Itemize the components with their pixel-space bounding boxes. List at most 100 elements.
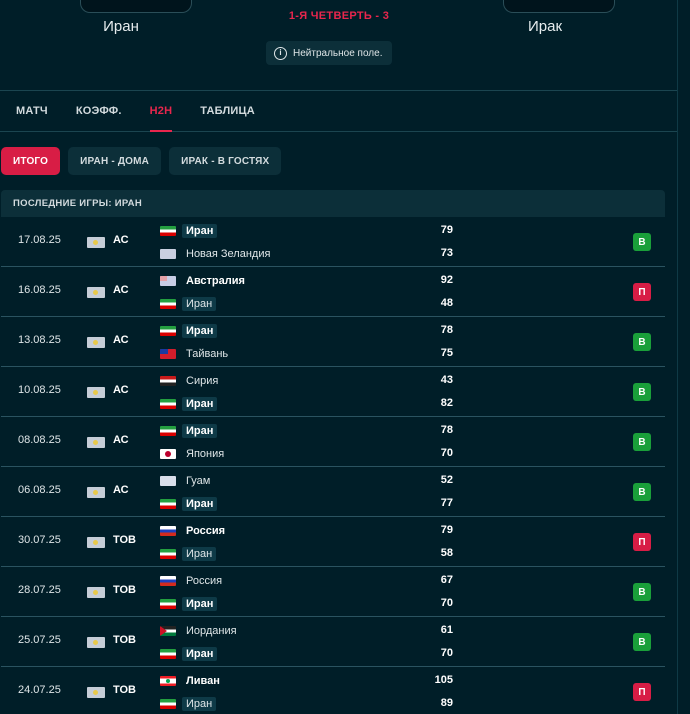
match-date: 17.08.25 (18, 234, 61, 246)
away-score: 48 (440, 297, 453, 309)
team-flag-icon (160, 326, 176, 336)
competition-code: АС (113, 334, 129, 346)
away-team: Япония (186, 448, 225, 460)
table-row[interactable]: 16.08.25 АС Австралия Иран 92 48 П (1, 267, 665, 317)
team-flag-icon (160, 626, 176, 636)
filter-away[interactable]: ИРАК - В ГОСТЯХ (169, 147, 282, 175)
result-badge: В (633, 433, 651, 451)
away-team: Иран (182, 497, 218, 511)
result-badge: В (633, 583, 651, 601)
table-row[interactable]: 10.08.25 АС Сирия Иран 43 82 В (1, 367, 665, 417)
match-header: Иран Ирак 1-Я ЧЕТВЕРТЬ - 3 i Нейтральное… (0, 0, 678, 91)
competition-code: ТОВ (113, 534, 136, 546)
result-badge: В (633, 483, 651, 501)
home-team: Гуам (186, 475, 211, 487)
team-line-away: Япония (160, 445, 228, 463)
tab-table[interactable]: ТАБЛИЦА (200, 91, 255, 131)
competition-code: АС (113, 434, 129, 446)
team-line-home: Ливан (160, 672, 224, 690)
team-line-away: Иран (160, 395, 218, 413)
team-flag-icon (160, 649, 176, 659)
team-flag-icon (160, 249, 176, 259)
team-flag-icon (160, 549, 176, 559)
table-row[interactable]: 28.07.25 ТОВ Россия Иран 67 70 В (1, 567, 665, 617)
team-flag-icon (160, 599, 176, 609)
table-row[interactable]: 25.07.25 ТОВ Иордания Иран 61 70 В (1, 617, 665, 667)
tab-h2h[interactable]: H2H (149, 91, 173, 132)
competition-code: ТОВ (113, 684, 136, 696)
home-score: 67 (440, 574, 453, 586)
venue-badge: i Нейтральное поле. (266, 41, 393, 65)
table-row[interactable]: 17.08.25 АС Иран Новая Зеландия 79 73 В (1, 217, 665, 267)
competition-code: АС (113, 484, 129, 496)
away-team: Тайвань (186, 348, 229, 360)
match-status: 1-Я ЧЕТВЕРТЬ - 3 (288, 10, 390, 22)
home-team: Иран (182, 324, 218, 338)
team-flag-icon (160, 576, 176, 586)
team-flag-icon (160, 499, 176, 509)
team-line-home: Россия (160, 572, 226, 590)
away-score: 70 (440, 447, 453, 459)
team-flag-icon (160, 526, 176, 536)
match-date: 10.08.25 (18, 384, 61, 396)
competition-flag-icon (87, 637, 105, 648)
filter-total[interactable]: ИТОГО (1, 147, 61, 175)
away-score: 70 (440, 647, 453, 659)
home-score: 92 (440, 274, 453, 286)
tab-match[interactable]: МАТЧ (16, 91, 48, 131)
home-score: 61 (440, 624, 453, 636)
home-score: 43 (440, 374, 453, 386)
away-score: 75 (440, 347, 453, 359)
team-line-away: Иран (160, 595, 218, 613)
away-team: Иран (182, 297, 217, 311)
home-score: 79 (440, 524, 453, 536)
result-badge: В (633, 333, 651, 351)
table-row[interactable]: 08.08.25 АС Иран Япония 78 70 В (1, 417, 665, 467)
team-line-home: Гуам (160, 472, 214, 490)
team-flag-icon (160, 299, 176, 309)
away-score: 82 (440, 397, 453, 409)
team-flag-icon (160, 376, 176, 386)
team-flag-icon (160, 399, 176, 409)
competition-flag-icon (87, 337, 105, 348)
competition-code: ТОВ (113, 634, 136, 646)
filter-home[interactable]: ИРАН - ДОМА (68, 147, 162, 175)
home-team: Иордания (186, 625, 237, 637)
result-badge: П (633, 683, 651, 701)
team-line-home: Австралия (160, 272, 249, 290)
team-flag-icon (160, 426, 176, 436)
team-line-home: Сирия (160, 372, 222, 390)
match-list: 17.08.25 АС Иран Новая Зеландия 79 73 В 16.08.2… (1, 217, 665, 714)
home-score: 52 (440, 474, 453, 486)
home-score: 79 (440, 224, 453, 236)
result-badge: В (633, 233, 651, 251)
home-score: 78 (440, 324, 453, 336)
competition-flag-icon (87, 287, 105, 298)
table-row[interactable]: 24.07.25 ТОВ Ливан Иран 105 89 П (1, 667, 665, 714)
match-date: 30.07.25 (18, 534, 61, 546)
team-flag-icon (160, 349, 176, 359)
team-flag-icon (160, 226, 176, 236)
team-flag-icon (160, 449, 176, 459)
team-line-home: Иордания (160, 622, 241, 640)
tab-odds[interactable]: КОЭФФ. (76, 91, 122, 131)
table-row[interactable]: 30.07.25 ТОВ Россия Иран 79 58 П (1, 517, 665, 567)
match-date: 24.07.25 (18, 684, 61, 696)
away-team: Иран (182, 597, 218, 611)
team-line-away: Иран (160, 295, 217, 313)
team-line-away: Иран (160, 695, 217, 713)
info-icon: i (274, 46, 287, 60)
competition-flag-icon (87, 537, 105, 548)
h2h-filters: ИТОГО ИРАН - ДОМА ИРАК - В ГОСТЯХ (0, 132, 678, 190)
away-score: 77 (440, 497, 453, 509)
home-team: Иран (182, 424, 218, 438)
table-row[interactable]: 06.08.25 АС Гуам Иран 52 77 В (1, 467, 665, 517)
table-row[interactable]: 13.08.25 АС Иран Тайвань 78 75 В (1, 317, 665, 367)
away-team: Иран (182, 547, 217, 561)
home-score: 105 (434, 674, 453, 686)
competition-code: ТОВ (113, 584, 136, 596)
result-badge: В (633, 383, 651, 401)
result-badge: П (633, 283, 651, 301)
home-score: 78 (440, 424, 453, 436)
team-line-away: Новая Зеландия (160, 245, 274, 263)
